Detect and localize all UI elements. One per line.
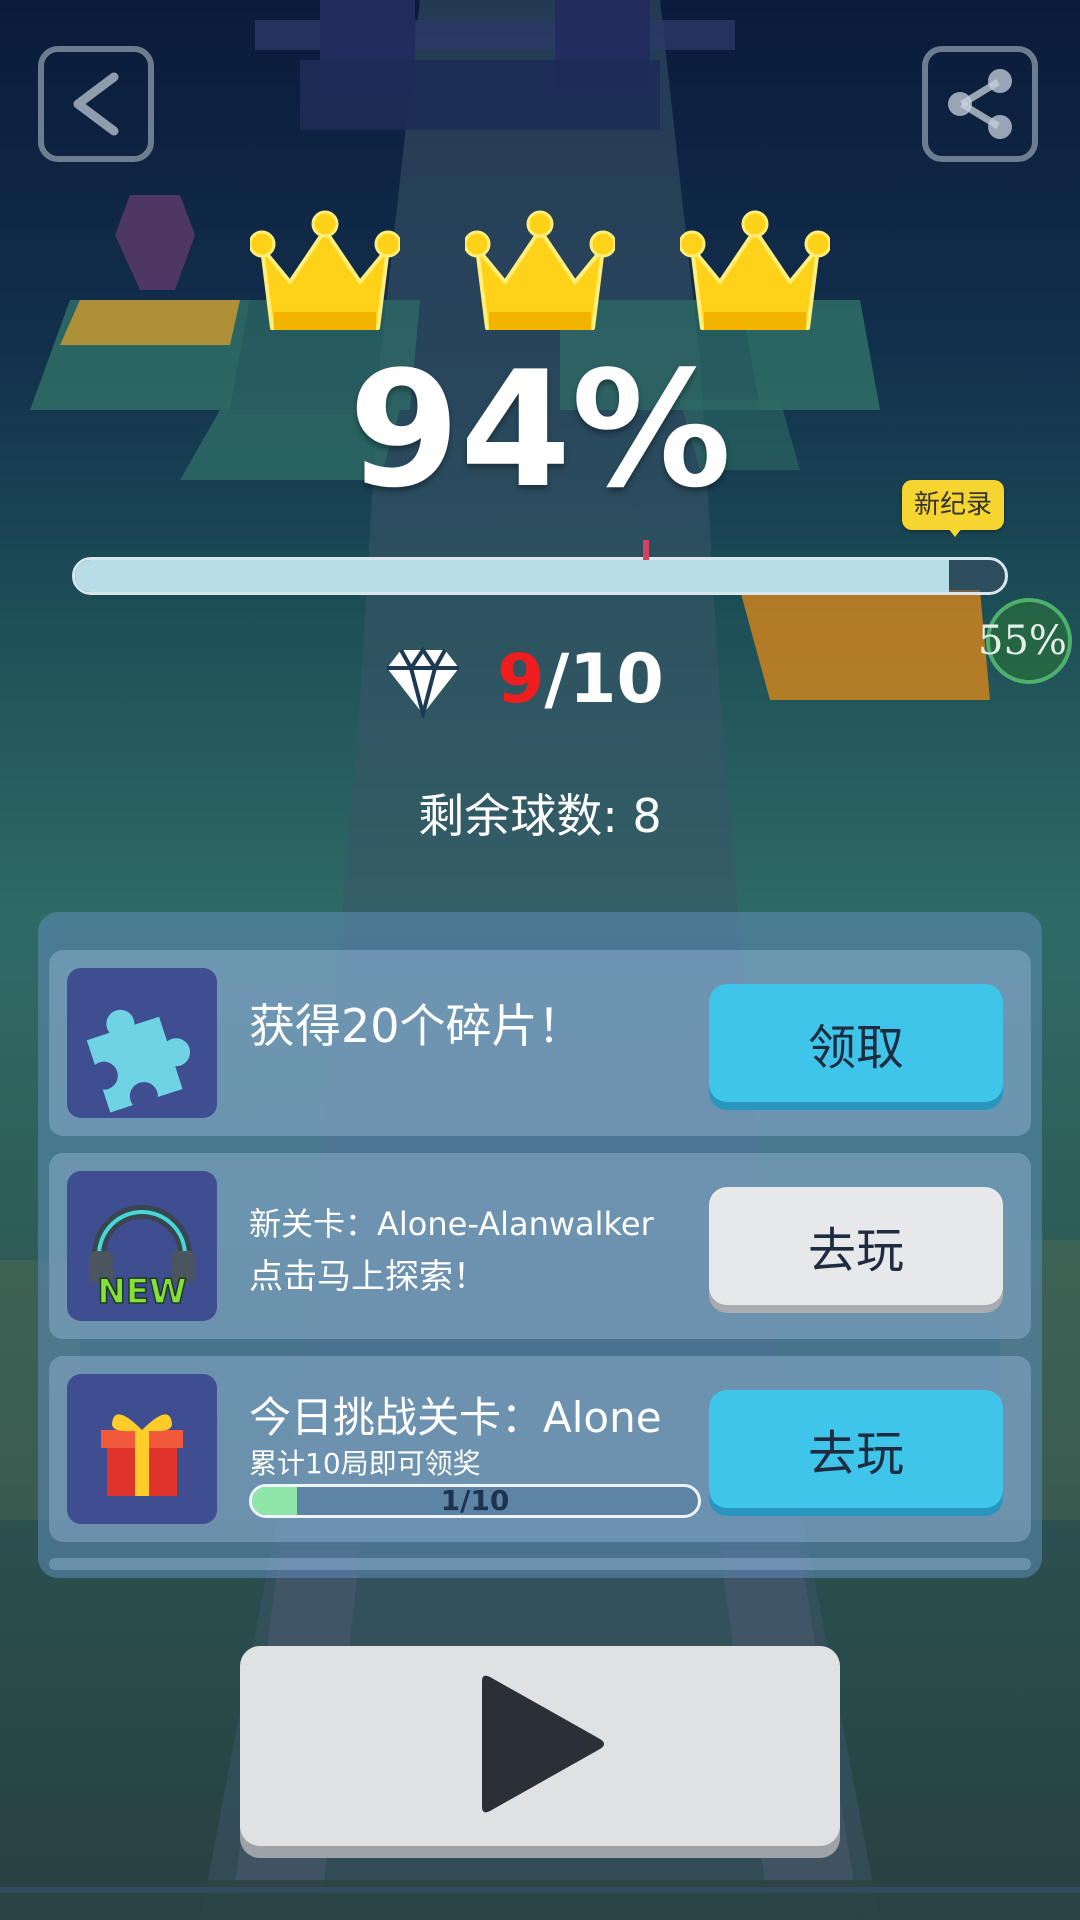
puzzle-piece-icon — [86, 1009, 191, 1113]
go-play-button[interactable]: 去玩 — [709, 1187, 1003, 1305]
gems-collected: 9 — [497, 640, 545, 719]
task-subtitle: 点击马上探索！ — [249, 1257, 487, 1297]
crown-rating — [250, 200, 830, 340]
level-progress-bar — [72, 557, 1008, 595]
gift-icon — [101, 1414, 183, 1496]
claim-button[interactable]: 领取 — [709, 984, 1003, 1102]
play-button[interactable] — [240, 1646, 840, 1846]
task-title: 获得20个碎片！ — [249, 999, 584, 1053]
task-subtitle: 累计10局即可领奖 — [249, 1447, 481, 1480]
back-button[interactable] — [38, 46, 154, 162]
balls-remaining: 剩余球数: 8 — [418, 789, 662, 843]
gift-icon-tile — [67, 1374, 217, 1524]
crown-icon — [465, 210, 615, 330]
task-list-more-edge — [49, 1558, 1031, 1570]
diamond-icon — [387, 645, 459, 718]
gems-total: /10 — [544, 640, 664, 719]
task-title: 今日挑战关卡：Alone — [249, 1393, 662, 1442]
new-badge: NEW — [97, 1272, 186, 1312]
gem-counter: 9/10 — [385, 640, 664, 719]
challenge-progress-bar: 1/10 — [249, 1484, 701, 1518]
task-title: 新关卡：Alone-Alanwalker — [249, 1205, 654, 1243]
share-button[interactable] — [922, 46, 1038, 162]
best-percent-label: 55% — [978, 618, 1067, 664]
crown-icon — [250, 210, 400, 330]
gem-count: 9/10 — [497, 640, 664, 719]
back-arrow-icon — [73, 72, 119, 136]
play-icon — [482, 1675, 604, 1813]
progress-marker — [643, 540, 649, 560]
task-card-new-level: NEW 新关卡：Alone-Alanwalker 点击马上探索！ 去玩 — [49, 1153, 1031, 1339]
crown-icon — [680, 210, 830, 330]
go-play-challenge-button[interactable]: 去玩 — [709, 1390, 1003, 1508]
new-level-icon-tile: NEW — [67, 1171, 217, 1321]
share-icon — [948, 69, 1012, 139]
new-record-badge: 新纪录 — [902, 480, 1004, 537]
task-card-daily-challenge: 今日挑战关卡：Alone 累计10局即可领奖 1/10 去玩 — [49, 1356, 1031, 1542]
challenge-progress-text: 1/10 — [440, 1484, 510, 1517]
task-card-fragments: 获得20个碎片！ 领取 — [49, 950, 1031, 1136]
puzzle-icon-tile — [67, 968, 217, 1118]
level-progress-fill — [75, 560, 950, 592]
new-headphones-icon: NEW — [89, 1205, 195, 1313]
